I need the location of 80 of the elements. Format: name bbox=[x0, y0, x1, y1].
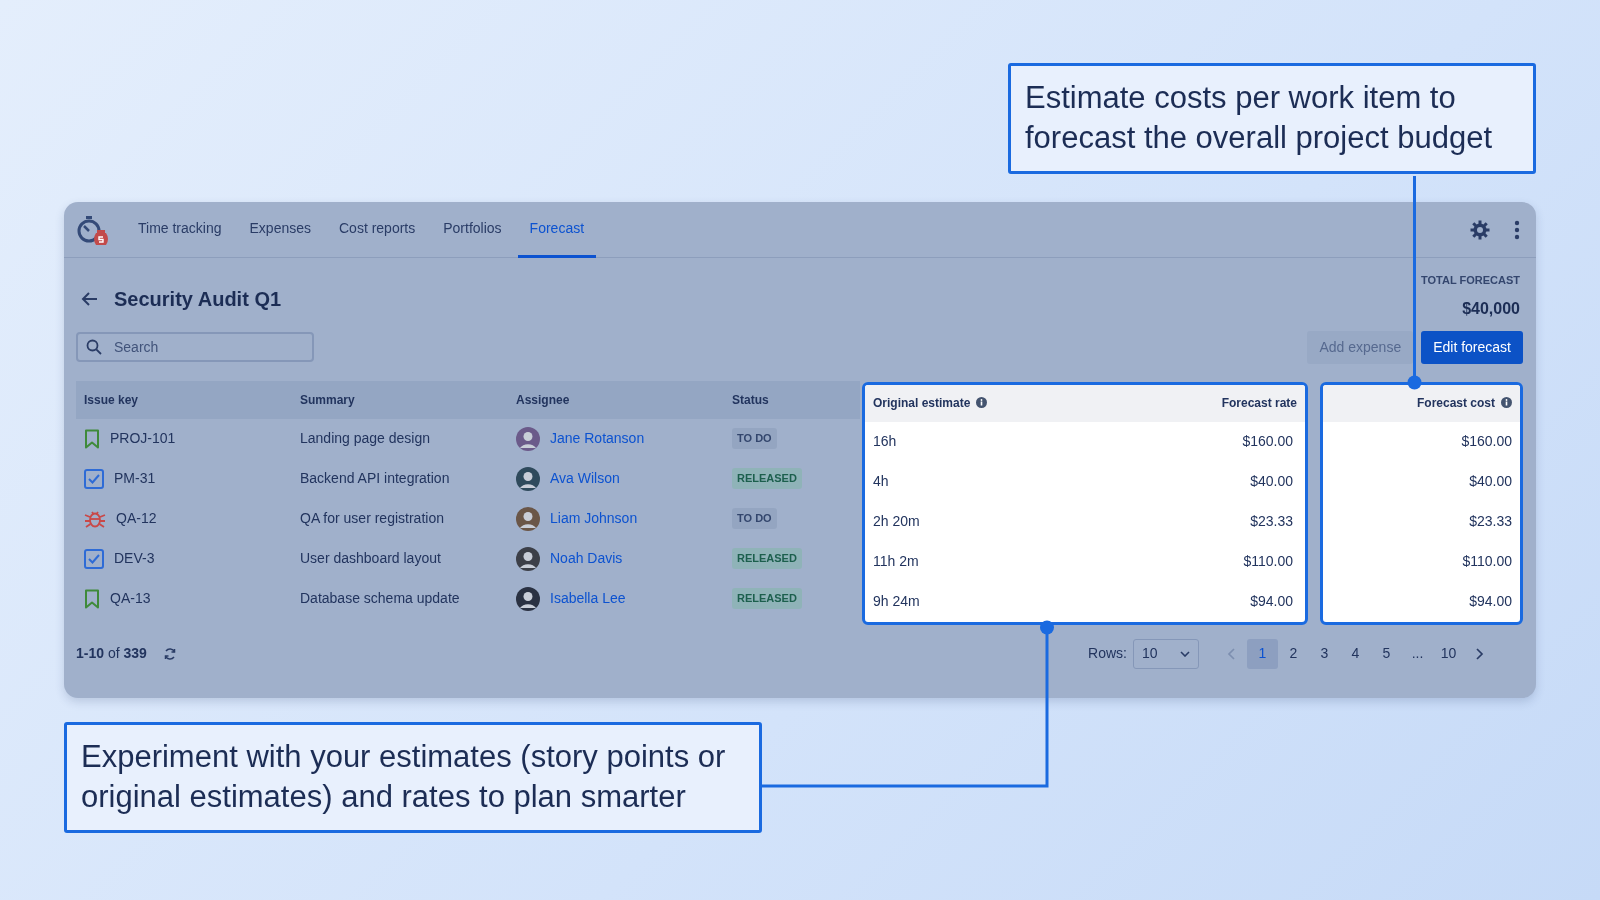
avatar-icon bbox=[516, 546, 540, 571]
back-arrow-icon[interactable] bbox=[80, 291, 98, 307]
avatar-icon bbox=[516, 586, 540, 611]
issue-key: DEV-3 bbox=[114, 548, 155, 569]
page-button[interactable]: 5 bbox=[1371, 638, 1402, 669]
avatar-icon bbox=[516, 466, 540, 491]
nav-tab[interactable]: Time tracking bbox=[126, 201, 234, 258]
info-icon[interactable] bbox=[1501, 397, 1512, 408]
table-cell-text: $40.00 bbox=[1250, 472, 1293, 491]
nav-tab[interactable]: Expenses bbox=[237, 201, 323, 258]
result-range: 1-10 of 339 bbox=[76, 644, 147, 663]
more-options-icon[interactable] bbox=[1514, 219, 1520, 240]
page-button[interactable]: 2 bbox=[1278, 638, 1309, 669]
column-header: Original estimate bbox=[873, 394, 971, 412]
table-cell-text: $160.00 bbox=[1461, 432, 1512, 451]
action-button[interactable]: Edit forecast bbox=[1421, 330, 1523, 364]
table-cell-text: QA for user registration bbox=[299, 509, 445, 528]
assignee-link[interactable]: Jane Rotanson bbox=[550, 428, 645, 449]
nav-tab[interactable]: Portfolios bbox=[431, 201, 514, 258]
column-header: Assignee bbox=[516, 391, 570, 409]
table-cell-text: $94.00 bbox=[1469, 592, 1512, 611]
bookmark-icon bbox=[84, 588, 100, 609]
table-cell-text: 2h 20m bbox=[872, 512, 921, 531]
total-forecast-value: $40,000 bbox=[1461, 298, 1520, 319]
page-button[interactable]: 4 bbox=[1340, 638, 1371, 669]
search-field[interactable]: Search bbox=[76, 332, 314, 362]
avatar-icon bbox=[516, 426, 540, 451]
assignee-link[interactable]: Noah Davis bbox=[550, 548, 623, 569]
chevron-down-icon bbox=[1180, 650, 1190, 657]
table-cell-text: $110.00 bbox=[1243, 552, 1293, 571]
column-header: Summary bbox=[300, 391, 355, 409]
page-button[interactable]: 10 bbox=[1433, 638, 1464, 669]
table-cell-text: Backend API integration bbox=[299, 469, 451, 488]
status-badge: RELEASED bbox=[732, 588, 802, 609]
nav-tab[interactable]: Cost reports bbox=[327, 201, 428, 258]
table-cell-text: Database schema update bbox=[299, 589, 461, 608]
total-forecast-label: TOTAL FORECAST bbox=[1421, 273, 1520, 288]
settings-icon[interactable] bbox=[1470, 219, 1490, 240]
status-badge: RELEASED bbox=[732, 468, 802, 489]
issue-key: QA-12 bbox=[116, 508, 157, 529]
assignee-link[interactable]: Liam Johnson bbox=[550, 508, 638, 529]
table-cell-text: $23.33 bbox=[1469, 512, 1512, 531]
status-badge: TO DO bbox=[732, 508, 777, 529]
column-header: Forecast rate bbox=[1221, 394, 1297, 412]
column-header: Status bbox=[732, 391, 769, 409]
table-cell-text: $23.33 bbox=[1250, 512, 1293, 531]
status-badge: TO DO bbox=[732, 428, 777, 449]
checkbox-icon bbox=[84, 548, 104, 569]
page-button[interactable]: 3 bbox=[1309, 638, 1340, 669]
status-badge: RELEASED bbox=[732, 548, 802, 569]
table-cell-text: $110.00 bbox=[1462, 552, 1512, 571]
info-icon[interactable] bbox=[976, 397, 988, 408]
callout: Experiment with your estimates (story points or original estimates) and rates to plan smarter bbox=[64, 722, 762, 833]
issue-key: QA-13 bbox=[110, 588, 151, 609]
table-cell-text: User dashboard layout bbox=[299, 549, 442, 568]
table-cell-text: Landing page design bbox=[299, 429, 431, 448]
table-cell-text: 9h 24m bbox=[872, 592, 921, 611]
checkbox-icon bbox=[84, 468, 104, 489]
avatar-icon bbox=[516, 506, 540, 531]
table-cell-text: 16h bbox=[872, 432, 898, 451]
rows-select[interactable]: 10 bbox=[1133, 638, 1199, 669]
bookmark-icon bbox=[84, 428, 100, 449]
column-header: Issue key bbox=[84, 391, 139, 409]
issue-key: PM-31 bbox=[114, 468, 156, 489]
table-cell-text: $160.00 bbox=[1242, 432, 1293, 451]
table-cell-text: $40.00 bbox=[1469, 472, 1512, 491]
issue-key: PROJ-101 bbox=[110, 428, 176, 449]
page-button[interactable]: ... bbox=[1402, 638, 1433, 669]
search-icon bbox=[86, 339, 102, 355]
column-header: Forecast cost bbox=[1416, 394, 1495, 412]
table-cell-text: 4h bbox=[872, 472, 890, 491]
table-cell-text: $94.00 bbox=[1250, 592, 1293, 611]
table-cell-text: 11h 2m bbox=[872, 552, 920, 571]
rows-label: Rows: bbox=[1088, 644, 1127, 663]
nav-tab[interactable]: Forecast bbox=[517, 201, 597, 258]
assignee-link[interactable]: Ava Wilson bbox=[550, 468, 620, 489]
page-title: Security Audit Q1 bbox=[114, 287, 282, 312]
refresh-icon[interactable] bbox=[162, 646, 177, 661]
callout: Estimate costs per work item to forecast the overall project budget bbox=[1008, 63, 1536, 174]
assignee-link[interactable]: Isabella Lee bbox=[550, 588, 626, 609]
